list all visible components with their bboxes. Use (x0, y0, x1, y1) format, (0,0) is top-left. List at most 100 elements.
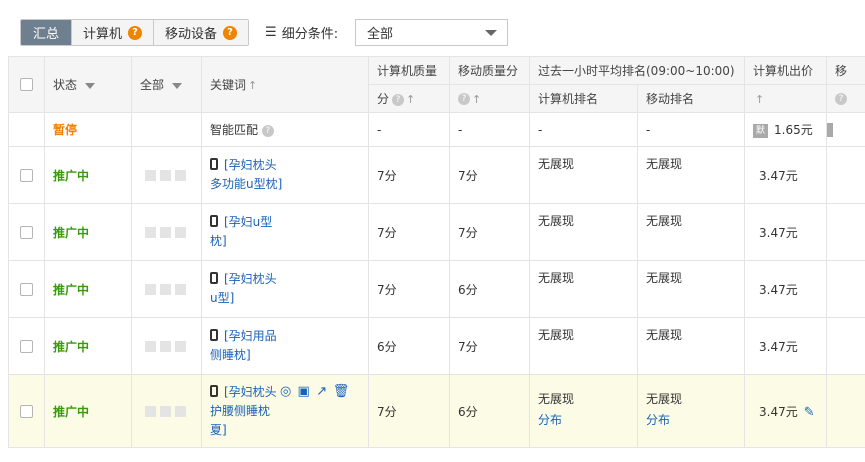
keyword-cell: [孕妇枕头 多功能u型枕] (201, 146, 369, 204)
sort-up-icon[interactable]: ↑ (406, 93, 415, 106)
phone-icon (210, 272, 218, 284)
keyword-link[interactable]: [孕妇枕头 (210, 384, 277, 399)
mobile-rank-distribution-link[interactable]: 分布 (646, 413, 670, 427)
device-squares (133, 226, 201, 238)
device-squares (133, 169, 201, 181)
header-pc-quality-unit: 分 (377, 92, 390, 106)
sort-up-icon[interactable]: ↑ (248, 79, 257, 92)
phone-icon (210, 384, 218, 397)
image-icon[interactable]: ▣ (297, 385, 311, 399)
header-pc-quality: 计算机质量 (368, 56, 450, 85)
dropdown-arrow-icon[interactable] (85, 82, 96, 89)
help-icon[interactable]: ? (128, 25, 143, 40)
header-pc-quality-sub[interactable]: 分? ↑ (368, 84, 450, 113)
header-select-all[interactable] (8, 56, 45, 113)
mobile-rank-cell: - (637, 112, 745, 147)
row-checkbox-cell[interactable] (8, 374, 45, 448)
header-status-label: 状态 (53, 78, 78, 92)
row-checkbox-cell[interactable] (8, 146, 45, 204)
target-icon[interactable]: ◎ (279, 385, 293, 399)
pc-bid-cell: 默 1.65元 (744, 112, 827, 147)
header-pc-bid-label: 计算机出价 (753, 64, 814, 78)
row-checkbox[interactable] (20, 282, 33, 296)
keyword-link-cont[interactable]: 护腰侧睡枕 (210, 404, 270, 418)
trash-icon[interactable]: 🗑 (333, 385, 350, 399)
status-cell: 推广中 (44, 146, 132, 204)
header-all-filter[interactable]: 全部 (131, 56, 202, 113)
status-cell: 推广中 (44, 317, 132, 375)
device-tab-group: 汇总 计算机? 移动设备? (20, 19, 250, 46)
header-keyword[interactable]: 关键词 ↑ (201, 56, 369, 113)
tab-mobile-label: 移动设备 (165, 27, 218, 42)
segment-filter-value: 全部 (367, 27, 394, 42)
row-checkbox[interactable] (20, 404, 33, 418)
segment-filter-select[interactable]: 全部 (355, 19, 508, 46)
pc-rank-cell: 无展现 (529, 146, 638, 204)
header-mobile-quality: 移动质量分 (449, 56, 530, 85)
table-row: 推广中 [孕妇枕头 u型] 7分 6分 无展现 无展现 3.47元 (8, 260, 865, 318)
device-cell (131, 203, 202, 261)
status-badge: 推广中 (53, 225, 90, 240)
tab-computer-label: 计算机 (83, 27, 123, 42)
help-icon[interactable]: ? (261, 124, 274, 137)
next-col-cell (826, 146, 865, 204)
keyword-link[interactable]: [孕妇枕头 多功能u型枕] (210, 156, 282, 194)
pc-bid-value: 3.47元 (759, 404, 798, 419)
header-rank-group-label: 过去一小时平均排名(09:00~10:00) (538, 64, 735, 78)
next-col-cell (826, 203, 865, 261)
keyword-cell: [孕妇枕头 u型] (201, 260, 369, 318)
header-pc-bid-sort[interactable]: ↑ (744, 84, 827, 113)
help-icon[interactable]: ? (223, 25, 238, 40)
select-all-checkbox[interactable] (20, 78, 33, 91)
keyword-link[interactable]: [孕妇枕头 u型] (210, 270, 277, 308)
sort-up-icon[interactable]: ↑ (755, 93, 764, 106)
tab-summary[interactable]: 汇总 (21, 20, 72, 45)
segment-filter-label: ☰ 细分条件: (265, 23, 338, 42)
status-badge: 暂停 (53, 123, 78, 137)
status-cell: 推广中 (44, 260, 132, 318)
table-row: 推广中 [孕妇枕头 多功能u型枕] 7分 7分 无展现 无展现 3.47元 (8, 146, 865, 204)
help-icon[interactable]: ? (458, 93, 470, 105)
keyword-link-cont[interactable]: 夏] (210, 423, 227, 437)
pc-bid-cell: 3.47元 (744, 203, 827, 261)
status-cell: 暂停 (44, 112, 132, 147)
header-next-col: 移 (826, 56, 865, 85)
mobile-rank-cell: 无展现 (637, 317, 745, 375)
status-cell: 推广中 (44, 203, 132, 261)
dropdown-arrow-icon[interactable] (172, 82, 183, 89)
pc-rank-cell: 无展现 分布 (529, 374, 638, 448)
device-cell (131, 260, 202, 318)
pc-rank-distribution-link[interactable]: 分布 (538, 413, 562, 427)
header-all-label: 全部 (140, 78, 165, 92)
header-status[interactable]: 状态 (44, 56, 132, 113)
row-checkbox[interactable] (20, 168, 33, 182)
row-checkbox-cell[interactable] (8, 203, 45, 261)
help-icon[interactable]: ? (835, 93, 847, 105)
sort-up-icon[interactable]: ↑ (472, 93, 481, 106)
row-checkbox-cell[interactable] (8, 260, 45, 318)
row-checkbox-cell[interactable] (8, 317, 45, 375)
help-icon[interactable]: ? (392, 93, 405, 106)
keyword-link[interactable]: [孕妇u型 枕] (210, 213, 272, 251)
table-row: 推广中 [孕妇用品 侧睡枕] 6分 7分 无展现 无展现 3.47元 (8, 317, 865, 375)
pencil-edit-icon[interactable]: ✎ (804, 405, 815, 420)
header-mobile-rank-label: 移动排名 (646, 92, 695, 106)
mobile-quality-cell: 7分 (449, 317, 530, 375)
keyword-link[interactable]: [孕妇用品 侧睡枕] (210, 327, 277, 365)
pc-bid-cell: 3.47元 (744, 260, 827, 318)
header-pc-bid: 计算机出价 (744, 56, 827, 85)
header-next-col-label: 移 (835, 64, 848, 78)
next-col-cell (826, 260, 865, 318)
header-mobile-quality-sub[interactable]: ? ↑ (449, 84, 530, 113)
header-pc-quality-label: 计算机质量 (377, 64, 438, 78)
trend-chart-icon[interactable]: ↗ (315, 385, 329, 399)
row-checkbox[interactable] (20, 339, 33, 353)
table-row: 暂停 智能匹配 ? - - - - 默 1.65元 (8, 112, 865, 147)
status-cell: 推广中 (44, 374, 132, 448)
mobile-quality-cell: 6分 (449, 260, 530, 318)
row-checkbox-cell (8, 112, 45, 147)
row-checkbox[interactable] (20, 225, 33, 239)
mobile-quality-cell: 6分 (449, 374, 530, 448)
tab-computer[interactable]: 计算机? (71, 20, 154, 45)
tab-mobile[interactable]: 移动设备? (153, 20, 249, 45)
